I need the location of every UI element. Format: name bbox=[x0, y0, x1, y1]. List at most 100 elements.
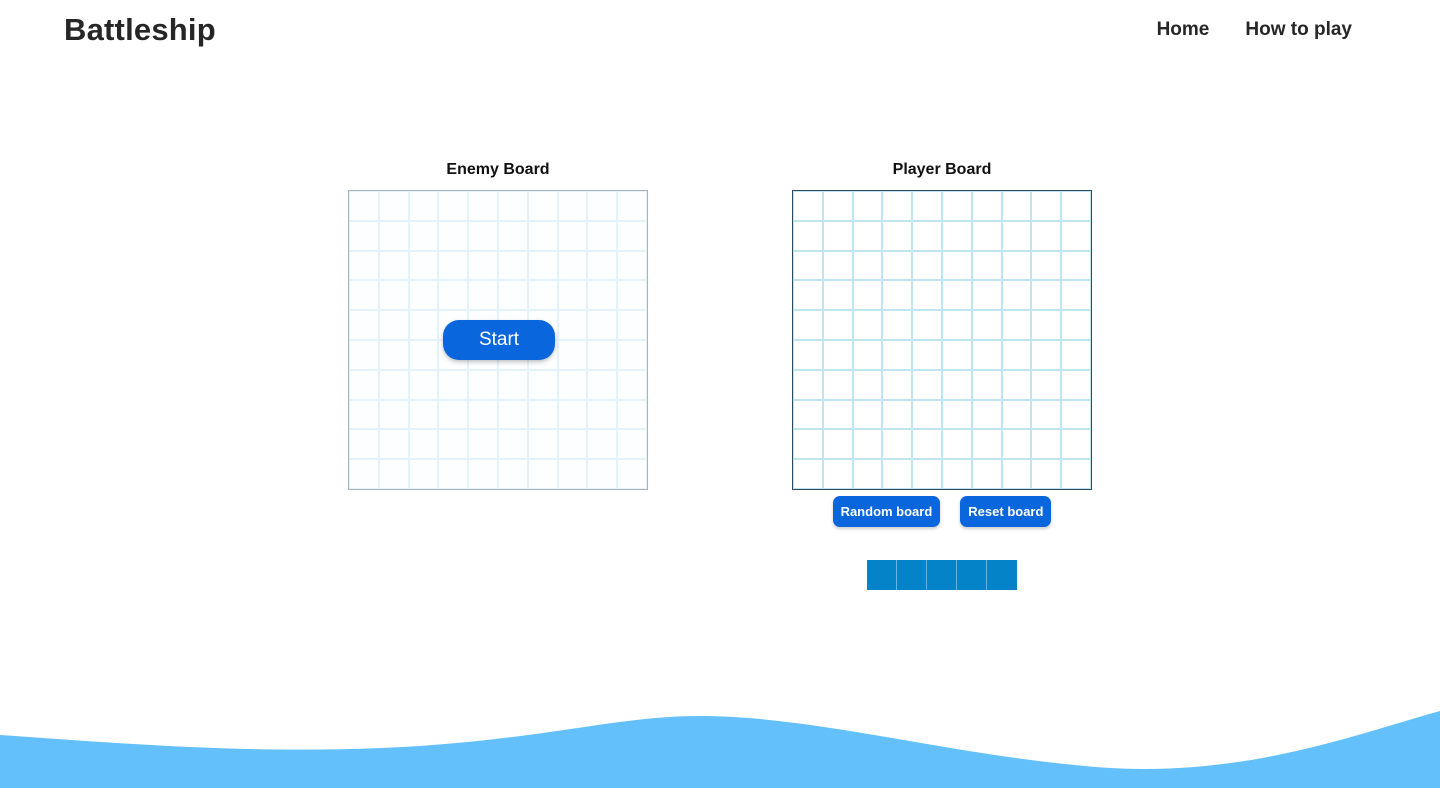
player-board-cell[interactable] bbox=[1061, 191, 1091, 221]
start-button[interactable]: Start bbox=[443, 320, 555, 360]
player-board-cell[interactable] bbox=[822, 280, 853, 311]
enemy-board-cell[interactable] bbox=[408, 429, 439, 460]
enemy-board-cell[interactable] bbox=[408, 459, 439, 489]
enemy-board-cell[interactable] bbox=[438, 220, 469, 251]
player-board-cell[interactable] bbox=[852, 191, 883, 221]
enemy-board-cell[interactable] bbox=[408, 339, 439, 370]
enemy-board-cell[interactable] bbox=[468, 280, 498, 311]
player-board-cell[interactable] bbox=[793, 191, 823, 221]
enemy-board-cell[interactable] bbox=[587, 369, 618, 400]
player-board-cell[interactable] bbox=[852, 399, 883, 430]
player-board-cell[interactable] bbox=[852, 280, 883, 311]
player-board-cell[interactable] bbox=[1061, 429, 1091, 460]
enemy-board-cell[interactable] bbox=[587, 191, 618, 221]
player-board-cell[interactable] bbox=[793, 369, 823, 400]
player-board-cell[interactable] bbox=[852, 339, 883, 370]
enemy-board-cell[interactable] bbox=[617, 310, 647, 340]
enemy-board-cell[interactable] bbox=[378, 250, 409, 281]
player-board-cell[interactable] bbox=[852, 310, 883, 340]
player-board-cell[interactable] bbox=[1001, 310, 1032, 340]
enemy-board-cell[interactable] bbox=[468, 429, 498, 460]
player-board-cell[interactable] bbox=[852, 220, 883, 251]
player-board-cell[interactable] bbox=[882, 399, 913, 430]
nav-home-link[interactable]: Home bbox=[1157, 18, 1210, 42]
player-board-cell[interactable] bbox=[941, 250, 972, 281]
enemy-board-cell[interactable] bbox=[349, 280, 379, 311]
enemy-board-cell[interactable] bbox=[349, 459, 379, 489]
enemy-board-cell[interactable] bbox=[527, 429, 558, 460]
player-board-cell[interactable] bbox=[822, 250, 853, 281]
player-board-cell[interactable] bbox=[1061, 459, 1091, 489]
enemy-board-cell[interactable] bbox=[557, 429, 588, 460]
player-board-cell[interactable] bbox=[822, 220, 853, 251]
player-board-cell[interactable] bbox=[822, 459, 853, 489]
enemy-board-cell[interactable] bbox=[349, 399, 379, 430]
nav-how-to-play-link[interactable]: How to play bbox=[1245, 18, 1352, 42]
enemy-board-cell[interactable] bbox=[617, 399, 647, 430]
player-board-cell[interactable] bbox=[941, 280, 972, 311]
player-board-cell[interactable] bbox=[971, 250, 1002, 281]
enemy-board-cell[interactable] bbox=[557, 280, 588, 311]
enemy-board-cell[interactable] bbox=[497, 250, 528, 281]
player-board-cell[interactable] bbox=[793, 250, 823, 281]
player-board-cell[interactable] bbox=[852, 369, 883, 400]
enemy-board-cell[interactable] bbox=[617, 459, 647, 489]
enemy-board-cell[interactable] bbox=[438, 369, 469, 400]
enemy-board-cell[interactable] bbox=[587, 310, 618, 340]
enemy-board-cell[interactable] bbox=[468, 399, 498, 430]
player-board-cell[interactable] bbox=[912, 191, 942, 221]
player-board-cell[interactable] bbox=[941, 369, 972, 400]
player-board-cell[interactable] bbox=[1001, 280, 1032, 311]
player-board-cell[interactable] bbox=[793, 429, 823, 460]
enemy-board-cell[interactable] bbox=[617, 220, 647, 251]
enemy-board-cell[interactable] bbox=[497, 399, 528, 430]
player-board-cell[interactable] bbox=[822, 310, 853, 340]
player-board-cell[interactable] bbox=[822, 369, 853, 400]
enemy-board-cell[interactable] bbox=[468, 250, 498, 281]
player-board-cell[interactable] bbox=[793, 339, 823, 370]
player-board-cell[interactable] bbox=[1001, 339, 1032, 370]
player-board-cell[interactable] bbox=[1031, 369, 1062, 400]
player-board-cell[interactable] bbox=[1001, 220, 1032, 251]
player-board-cell[interactable] bbox=[912, 429, 942, 460]
enemy-board-cell[interactable] bbox=[468, 220, 498, 251]
enemy-board-cell[interactable] bbox=[378, 459, 409, 489]
draggable-ship[interactable] bbox=[867, 560, 1017, 590]
player-board-cell[interactable] bbox=[971, 339, 1002, 370]
player-board-cell[interactable] bbox=[912, 339, 942, 370]
enemy-board-cell[interactable] bbox=[378, 429, 409, 460]
enemy-board-cell[interactable] bbox=[527, 191, 558, 221]
player-board-cell[interactable] bbox=[882, 310, 913, 340]
enemy-board-cell[interactable] bbox=[557, 459, 588, 489]
enemy-board-cell[interactable] bbox=[527, 459, 558, 489]
player-board-cell[interactable] bbox=[971, 280, 1002, 311]
player-board-cell[interactable] bbox=[1061, 280, 1091, 311]
player-board-cell[interactable] bbox=[793, 280, 823, 311]
enemy-board-cell[interactable] bbox=[587, 339, 618, 370]
enemy-board-cell[interactable] bbox=[557, 339, 588, 370]
player-board-cell[interactable] bbox=[912, 250, 942, 281]
player-board-cell[interactable] bbox=[971, 310, 1002, 340]
enemy-board-cell[interactable] bbox=[497, 280, 528, 311]
enemy-board-cell[interactable] bbox=[438, 459, 469, 489]
player-board-cell[interactable] bbox=[912, 459, 942, 489]
player-board-cell[interactable] bbox=[793, 459, 823, 489]
enemy-board-cell[interactable] bbox=[527, 280, 558, 311]
reset-board-button[interactable]: Reset board bbox=[960, 496, 1052, 527]
enemy-board-cell[interactable] bbox=[497, 220, 528, 251]
player-board-cell[interactable] bbox=[941, 429, 972, 460]
player-board-cell[interactable] bbox=[822, 339, 853, 370]
player-board-cell[interactable] bbox=[941, 339, 972, 370]
player-board-cell[interactable] bbox=[852, 459, 883, 489]
enemy-board-cell[interactable] bbox=[408, 310, 439, 340]
player-board-cell[interactable] bbox=[941, 310, 972, 340]
enemy-board-cell[interactable] bbox=[349, 339, 379, 370]
player-board-cell[interactable] bbox=[941, 399, 972, 430]
enemy-board-cell[interactable] bbox=[378, 280, 409, 311]
player-board-cell[interactable] bbox=[882, 429, 913, 460]
player-board-cell[interactable] bbox=[852, 429, 883, 460]
enemy-board-cell[interactable] bbox=[527, 220, 558, 251]
player-board-cell[interactable] bbox=[822, 191, 853, 221]
player-board-cell[interactable] bbox=[1001, 369, 1032, 400]
enemy-board-cell[interactable] bbox=[468, 369, 498, 400]
